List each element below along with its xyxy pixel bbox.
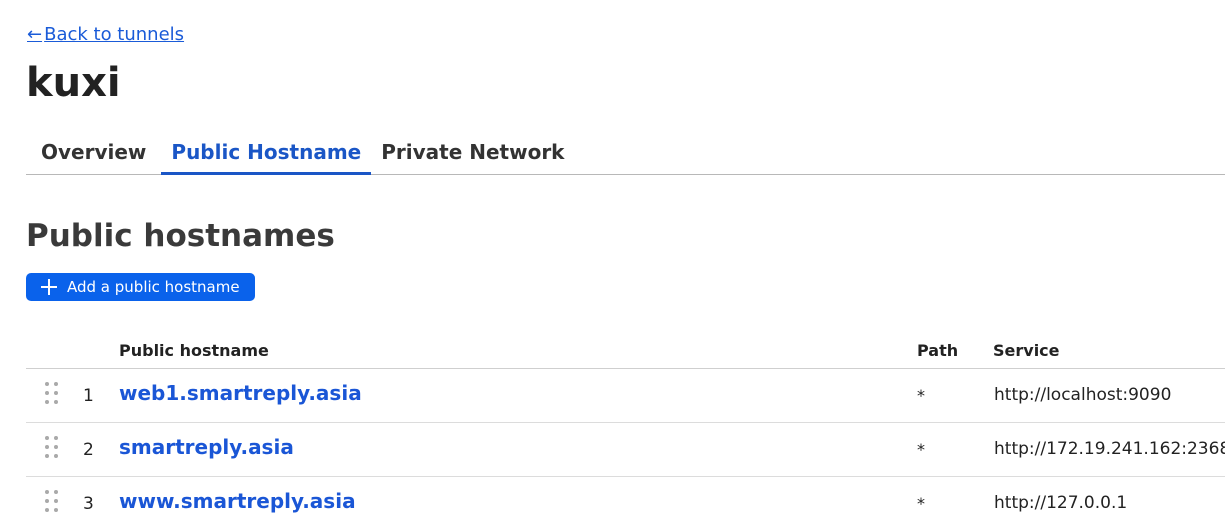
tab-private-network[interactable]: Private Network bbox=[371, 134, 574, 175]
table-row: 3 www.smartreply.asia * http://127.0.0.1 bbox=[26, 477, 1225, 524]
header-public-hostname: Public hostname bbox=[119, 341, 269, 360]
back-to-tunnels-link[interactable]: ← Back to tunnels bbox=[27, 24, 184, 45]
add-button-label: Add a public hostname bbox=[67, 278, 240, 296]
drag-handle-icon[interactable] bbox=[45, 382, 59, 408]
row-service: http://localhost:9090 bbox=[994, 385, 1172, 405]
row-service: http://172.19.241.162:2368 bbox=[994, 439, 1225, 459]
drag-handle-icon[interactable] bbox=[45, 436, 59, 462]
tab-public-hostname[interactable]: Public Hostname bbox=[161, 134, 372, 175]
page-title: kuxi bbox=[26, 60, 121, 106]
header-path: Path bbox=[917, 341, 959, 360]
row-path: * bbox=[917, 440, 925, 459]
tab-bar: Overview Public Hostname Private Network bbox=[26, 134, 1225, 175]
row-index: 3 bbox=[83, 494, 94, 514]
hostname-link[interactable]: smartreply.asia bbox=[119, 435, 294, 459]
hostnames-table: Public hostname Path Service 1 web1.smar… bbox=[26, 332, 1225, 524]
header-service: Service bbox=[993, 341, 1060, 360]
hostname-link[interactable]: web1.smartreply.asia bbox=[119, 381, 362, 405]
row-path: * bbox=[917, 494, 925, 513]
table-row: 2 smartreply.asia * http://172.19.241.16… bbox=[26, 423, 1225, 477]
hostname-link[interactable]: www.smartreply.asia bbox=[119, 489, 356, 513]
drag-handle-icon[interactable] bbox=[45, 490, 59, 516]
tab-overview[interactable]: Overview bbox=[26, 134, 161, 175]
tunnel-detail-page: ← Back to tunnels kuxi Overview Public Ho… bbox=[0, 0, 1225, 524]
row-path: * bbox=[917, 386, 925, 405]
row-index: 1 bbox=[83, 386, 94, 406]
row-service: http://127.0.0.1 bbox=[994, 493, 1128, 513]
row-index: 2 bbox=[83, 440, 94, 460]
add-public-hostname-button[interactable]: Add a public hostname bbox=[26, 273, 255, 301]
table-header: Public hostname Path Service bbox=[26, 332, 1225, 369]
plus-icon bbox=[41, 279, 57, 295]
arrow-left-icon: ← bbox=[27, 24, 43, 45]
back-link-label: Back to tunnels bbox=[44, 24, 185, 45]
table-row: 1 web1.smartreply.asia * http://localhos… bbox=[26, 369, 1225, 423]
section-title: Public hostnames bbox=[26, 218, 335, 254]
